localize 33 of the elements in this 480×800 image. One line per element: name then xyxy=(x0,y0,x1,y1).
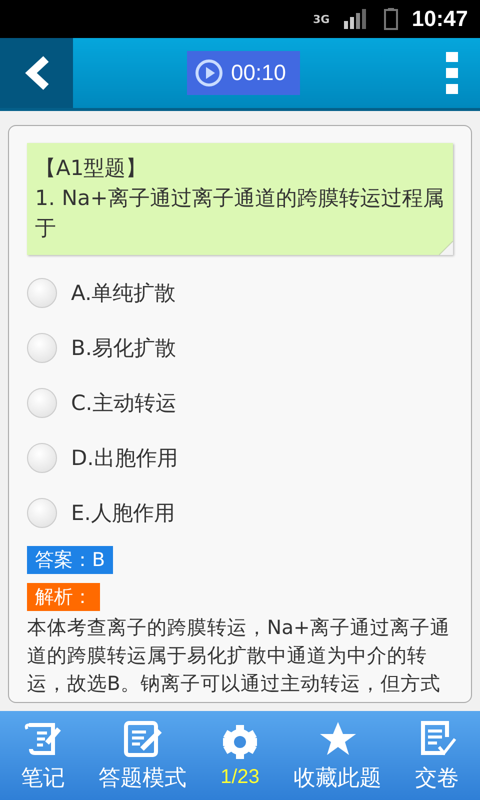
toolbar-button[interactable]: 交卷 xyxy=(415,718,460,792)
back-button[interactable] xyxy=(0,38,73,108)
radio-button[interactable] xyxy=(27,332,57,362)
analysis-tag: 解析： xyxy=(27,583,100,611)
question-text: 1. Na+离子通过离子通道的跨膜转运过程属于 xyxy=(35,185,445,242)
radio-button[interactable] xyxy=(27,498,57,528)
question-type: 【A1型题】 xyxy=(35,155,148,182)
answer-tag: 答案：B xyxy=(27,546,114,574)
menu-icon xyxy=(446,52,458,94)
page-fold-icon xyxy=(439,241,453,255)
answer-option[interactable]: D.出胞作用 xyxy=(27,430,453,485)
toolbar-button[interactable]: 笔记 xyxy=(20,718,65,792)
radio-button[interactable] xyxy=(27,442,57,472)
option-label: C.主动转运 xyxy=(71,390,176,416)
battery-icon xyxy=(384,8,398,30)
timer-text: 00:10 xyxy=(230,60,286,86)
option-label: A.单纯扩散 xyxy=(71,280,176,306)
answer-option[interactable]: C.主动转运 xyxy=(27,375,453,430)
play-icon xyxy=(194,59,223,87)
radio-button[interactable] xyxy=(27,278,57,308)
network-type: 3G xyxy=(313,12,330,26)
option-label: B.易化扩散 xyxy=(71,334,176,362)
edit-icon xyxy=(122,718,162,758)
option-label: E.人胞作用 xyxy=(71,500,175,526)
option-label: D.出胞作用 xyxy=(71,444,178,472)
answer-option[interactable]: A.单纯扩散 xyxy=(27,265,453,320)
answer-option[interactable]: B.易化扩散 xyxy=(27,320,453,375)
analysis-text: 本体考查离子的跨膜转运，Na+离子通过离子通道的跨膜转运属于易化扩散中通道为中介的转运，故选B。钠离子可以通过主动转运，但方式 xyxy=(27,615,451,697)
toolbar-button[interactable]: 收藏此题 xyxy=(294,718,382,792)
toolbar-button[interactable]: 答题模式 xyxy=(98,718,186,792)
radio-button[interactable] xyxy=(27,388,57,418)
answer-option[interactable]: E.人胞作用 xyxy=(27,485,453,540)
clock: 10:47 xyxy=(412,6,468,32)
